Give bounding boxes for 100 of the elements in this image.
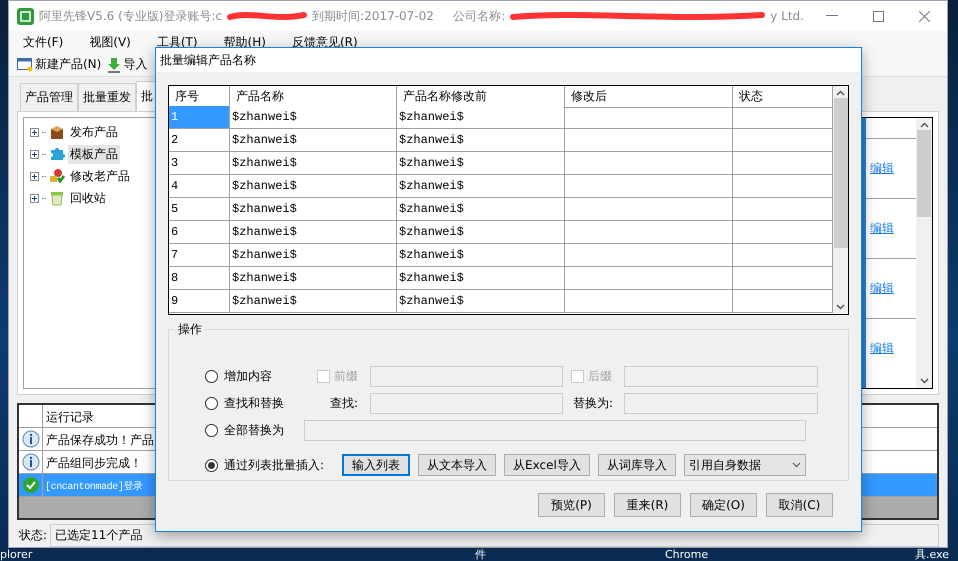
chevron-down-icon[interactable] <box>836 304 845 310</box>
table-cell[interactable]: $zhanwei$ <box>397 267 565 290</box>
table-cell[interactable]: 4 <box>169 175 230 198</box>
tree-item[interactable]: 修改老产品 <box>68 166 132 186</box>
table-cell[interactable]: $zhanwei$ <box>397 244 565 267</box>
table-cell[interactable]: 7 <box>169 244 230 267</box>
table-cell[interactable] <box>565 244 733 267</box>
chevron-up-icon[interactable] <box>920 122 928 128</box>
scrollbar[interactable] <box>833 86 848 314</box>
option-label[interactable]: 增加内容 <box>224 368 317 384</box>
import-button[interactable]: 从词库导入 <box>598 454 676 476</box>
table-cell[interactable]: $zhanwei$ <box>230 290 397 313</box>
input-field[interactable] <box>370 392 563 414</box>
edit-link[interactable]: 编辑 <box>870 280 894 297</box>
table-cell[interactable] <box>565 106 733 129</box>
table-cell[interactable]: $zhanwei$ <box>397 152 565 175</box>
tab[interactable]: 产品管理 <box>20 83 78 111</box>
table-cell[interactable]: $zhanwei$ <box>230 129 397 152</box>
status-label: 状态: <box>19 526 48 544</box>
table-cell[interactable] <box>565 129 733 152</box>
table-cell[interactable] <box>565 221 733 244</box>
check-icon <box>22 476 40 494</box>
radio-button[interactable] <box>205 396 218 410</box>
table-cell[interactable] <box>565 198 733 221</box>
table-cell[interactable]: $zhanwei$ <box>230 175 397 198</box>
table-cell[interactable] <box>565 267 733 290</box>
log-entry: 产品组同步完成！ <box>45 455 143 472</box>
table-cell[interactable] <box>565 152 733 175</box>
chevron-down-icon[interactable] <box>920 378 928 384</box>
edit-link[interactable]: 编辑 <box>870 220 894 237</box>
expand-icon[interactable] <box>30 128 39 136</box>
tree-item[interactable]: 回收站 <box>68 188 108 208</box>
table-cell[interactable]: 9 <box>169 290 230 313</box>
expand-icon[interactable] <box>30 172 39 180</box>
table-cell[interactable]: $zhanwei$ <box>397 221 565 244</box>
option-label[interactable]: 通过列表批量插入: <box>224 456 334 474</box>
import-button[interactable]: 输入列表 <box>342 454 410 476</box>
dialog-button[interactable]: 重来(R) <box>614 493 681 517</box>
import-button[interactable]: 从文本导入 <box>418 454 496 476</box>
expand-icon[interactable] <box>30 150 39 158</box>
log-entry: 产品保存成功！产品 <box>45 432 155 449</box>
table-cell[interactable]: $zhanwei$ <box>397 106 565 129</box>
option-label[interactable]: 全部替换为 <box>224 422 304 438</box>
table-cell[interactable] <box>565 175 733 198</box>
field-label: 替换为: <box>573 394 614 412</box>
puzzle-icon <box>49 146 65 162</box>
dialog-button[interactable]: 取消(C) <box>766 493 833 517</box>
radio-button[interactable] <box>205 424 218 436</box>
desktop-icon-label: 具.exe <box>915 549 950 561</box>
expand-icon[interactable] <box>30 194 39 202</box>
table-cell[interactable]: $zhanwei$ <box>230 267 397 290</box>
table-cell[interactable]: 6 <box>169 221 230 244</box>
dialog-button[interactable]: 确定(O) <box>690 493 757 517</box>
table-cell[interactable]: 5 <box>169 198 230 221</box>
input-field[interactable] <box>624 366 818 386</box>
table-cell[interactable]: $zhanwei$ <box>230 198 397 221</box>
scroll-thumb[interactable] <box>834 98 848 248</box>
tree-item[interactable]: 发布产品 <box>68 122 120 142</box>
input-field[interactable] <box>370 366 563 386</box>
checkbox[interactable] <box>317 370 330 382</box>
table-cell[interactable]: 3 <box>169 152 230 175</box>
menu-item[interactable]: 工具(T) <box>156 34 198 51</box>
chevron-up-icon[interactable] <box>836 90 845 96</box>
radio-button[interactable] <box>205 370 218 382</box>
tree-item[interactable]: 模板产品 <box>68 144 120 164</box>
table-cell[interactable]: $zhanwei$ <box>397 129 565 152</box>
option-label[interactable]: 查找和替换 <box>224 394 317 412</box>
edit-link[interactable]: 编辑 <box>870 340 894 357</box>
checkbox-label: 前缀 <box>334 368 359 384</box>
checkbox-label: 后缀 <box>588 368 613 384</box>
toolbar-button[interactable]: 新建产品(N) <box>17 56 102 74</box>
input-field[interactable] <box>304 420 806 440</box>
table-cell[interactable] <box>565 290 733 313</box>
app-icon <box>17 8 34 24</box>
table-cell[interactable]: $zhanwei$ <box>230 152 397 175</box>
import-button[interactable]: 从Excel导入 <box>504 454 590 476</box>
scroll-thumb[interactable] <box>917 130 931 217</box>
table-cell[interactable]: $zhanwei$ <box>230 106 397 129</box>
table-cell[interactable]: $zhanwei$ <box>230 221 397 244</box>
table-cell[interactable]: $zhanwei$ <box>397 290 565 313</box>
scrollbar[interactable] <box>916 118 932 388</box>
table-cell[interactable]: $zhanwei$ <box>230 244 397 267</box>
table-cell[interactable]: $zhanwei$ <box>397 198 565 221</box>
menu-item[interactable]: 文件(F) <box>23 34 64 51</box>
window-icon <box>17 57 33 72</box>
input-field[interactable] <box>624 392 818 414</box>
source-dropdown[interactable]: 引用自身数据 <box>684 454 806 476</box>
log-entry: [cncantonmade]登录 <box>44 480 144 495</box>
radio-button[interactable] <box>205 458 218 472</box>
table-cell[interactable]: 8 <box>169 267 230 290</box>
menu-item[interactable]: 视图(V) <box>89 34 131 51</box>
checkbox[interactable] <box>571 370 584 382</box>
menu-item[interactable]: 帮助(H) <box>224 34 266 51</box>
dialog-button[interactable]: 预览(P) <box>538 493 605 517</box>
table-cell[interactable]: $zhanwei$ <box>397 175 565 198</box>
tab[interactable]: 批量重发 <box>78 83 136 111</box>
edit-link[interactable]: 编辑 <box>870 160 894 177</box>
dialog-title: 批量编辑产品名称 <box>160 52 256 68</box>
toolbar-button[interactable]: 导入 <box>107 56 148 74</box>
table-cell[interactable]: 2 <box>169 129 230 152</box>
